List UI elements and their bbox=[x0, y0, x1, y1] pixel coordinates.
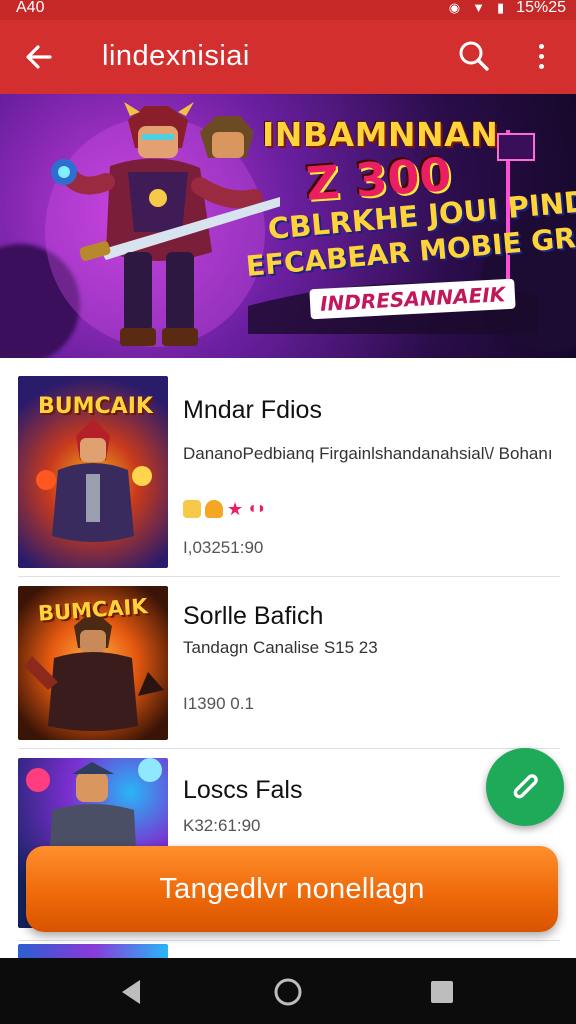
thumbnail-title: BUMCAIK bbox=[38, 394, 153, 419]
more-options-button[interactable] bbox=[528, 38, 554, 74]
status-icons: ◉ ▼ ▮ 15%25 bbox=[449, 0, 566, 16]
pencil-icon bbox=[513, 774, 538, 799]
item-subtitle: DananoPedbianq Firgainlshandanahsial\/ B… bbox=[183, 444, 553, 463]
list-divider bbox=[18, 940, 560, 941]
hero-character-art bbox=[45, 102, 280, 347]
item-thumbnail bbox=[18, 944, 168, 958]
list-item[interactable]: BUMCAIK Mndar Fdios DananoPedbianq Firga… bbox=[0, 376, 576, 576]
page-title: lindexnisiai bbox=[102, 40, 250, 72]
app-bar: lindexnisiai bbox=[0, 20, 576, 94]
item-subtitle: Tandagn Canalise S15 23 bbox=[183, 638, 378, 657]
status-bar: A40 ◉ ▼ ▮ 15%25 bbox=[0, 0, 576, 20]
item-thumbnail: BUMCAIK bbox=[18, 586, 168, 740]
item-meta: I,03251:90 bbox=[183, 538, 264, 557]
item-thumbnail: BUMCAIK bbox=[18, 376, 168, 568]
promo-banner[interactable]: INBAMNNAN Z 300 CBLRKHE JOUI PINDA! EFCA… bbox=[0, 94, 576, 358]
search-button[interactable] bbox=[456, 38, 492, 74]
smile-icon bbox=[183, 500, 201, 518]
item-meta: I1390 0.1 bbox=[183, 694, 254, 713]
list-divider bbox=[18, 748, 560, 749]
item-title: Loscs Fals bbox=[183, 776, 303, 804]
status-time: A40 bbox=[16, 0, 45, 16]
signal-icon: ▼ bbox=[472, 0, 486, 15]
more-vert-icon bbox=[538, 43, 544, 49]
heart-icon: ◖◗ bbox=[247, 500, 267, 517]
star-icon: ★ bbox=[227, 499, 244, 519]
banner-headline: INBAMNNAN bbox=[262, 115, 499, 154]
system-nav-bar bbox=[0, 958, 576, 1024]
primary-cta-button[interactable]: Tangedlvr nonellagn bbox=[26, 846, 558, 932]
thumbs-up-icon bbox=[205, 500, 223, 518]
item-meta: K32:61:90 bbox=[183, 816, 261, 835]
search-icon bbox=[459, 41, 489, 71]
list-item[interactable] bbox=[0, 944, 576, 958]
nav-back-button[interactable] bbox=[116, 976, 148, 1008]
battery-level: 15%25 bbox=[516, 0, 566, 16]
item-rating-badges: ★ ◖◗ bbox=[183, 500, 266, 518]
nav-recents-button[interactable] bbox=[426, 976, 458, 1008]
arrow-left-icon bbox=[26, 45, 52, 69]
list-item[interactable]: BUMCAIK Sorlle Bafich Tandagn Canalise S… bbox=[0, 586, 576, 746]
edit-fab[interactable] bbox=[486, 748, 564, 826]
list-divider bbox=[18, 576, 560, 577]
nav-home-button[interactable] bbox=[272, 976, 304, 1008]
back-button[interactable] bbox=[20, 38, 58, 76]
wifi-icon: ◉ bbox=[448, 0, 461, 15]
battery-icon: ▮ bbox=[497, 0, 505, 15]
item-title: Sorlle Bafich bbox=[183, 602, 324, 630]
item-title: Mndar Fdios bbox=[183, 396, 322, 424]
